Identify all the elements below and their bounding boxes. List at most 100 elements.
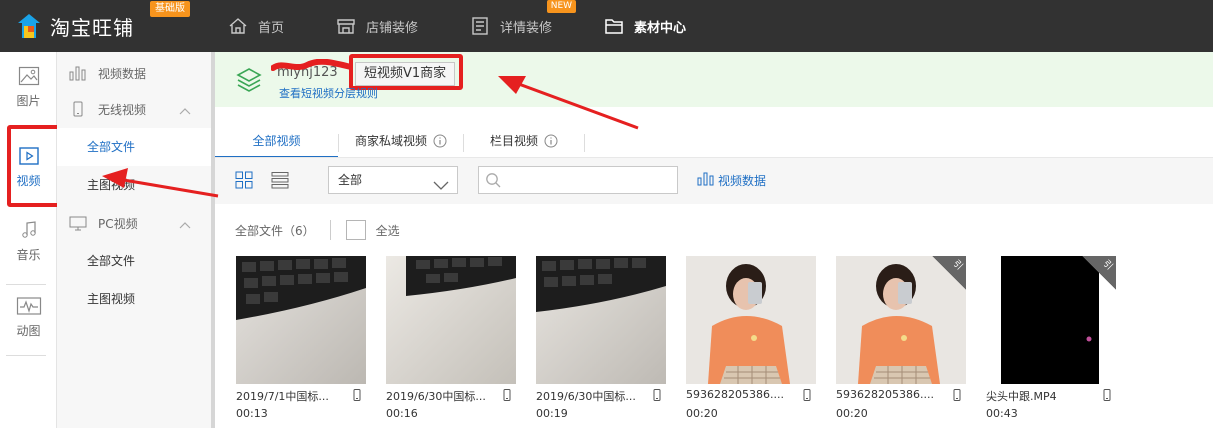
corner-badge-text: 引 [1100,258,1115,273]
video-name: 2019/7/1中国标... [236,388,366,404]
video-name: 2019/6/30中国标... [386,388,516,404]
nav-home[interactable]: 首页 [228,0,284,52]
sub-nav-wireless-all-files[interactable]: 全部文件 [57,128,213,166]
nav-shop-decor-label: 店铺装修 [366,20,419,36]
tab-all-videos[interactable]: 全部视频 [215,130,338,158]
sub-nav-wireless-label: 无线视频 [98,102,147,117]
tab-merchant-private-label: 商家私域视频 [354,134,427,148]
app-logo[interactable]: 淘宝旺铺 [14,8,134,44]
list-view-icon[interactable] [271,171,289,192]
filter-select[interactable]: 全部 [328,166,458,194]
home-icon [228,16,248,36]
sub-nav-pc-all-files[interactable]: 全部文件 [57,242,213,280]
rail-item-image-label: 图片 [16,94,41,108]
sub-nav: 视频数据 无线视频 全部文件 主图视频 PC视频 全部文件 主图视频 [57,52,213,428]
grid-view-icon[interactable] [235,171,253,192]
redaction-scribble [271,59,353,71]
video-thumbnail[interactable] [386,256,516,384]
video-thumbnail[interactable]: 引 [836,256,966,384]
filter-select-value: 全部 [338,173,363,187]
rail-item-gif[interactable]: 动图 [0,296,57,339]
sub-nav-video-data-label: 视频数据 [98,66,147,81]
sub-nav-wireless-main-video[interactable]: 主图视频 [57,166,213,204]
top-bar: 淘宝旺铺 基础版 首页 店铺装修 详情装修 NEW 素材中心 [0,0,1213,52]
select-all-label: 全选 [375,223,400,238]
video-name: 2019/6/30中国标... [536,388,666,404]
video-name: 593628205386.... [836,388,966,404]
sub-nav-pc-group[interactable]: PC视频 [57,205,213,241]
top-nav: 首页 店铺装修 详情装修 NEW 素材中心 [228,0,738,52]
nav-material-center[interactable]: 素材中心 [604,0,686,52]
info-icon[interactable] [544,134,558,148]
tier-rules-link[interactable]: 查看短视频分层规则 [279,85,378,101]
nav-detail-decor-label: 详情装修 [500,20,553,36]
sub-nav-wireless-group[interactable]: 无线视频 [57,91,213,127]
rail-item-music[interactable]: 音乐 [0,220,57,263]
sub-nav-video-data[interactable]: 视频数据 [57,55,213,91]
info-icon[interactable] [433,134,447,148]
files-divider [329,220,331,240]
image-icon [0,66,57,86]
shop-icon [336,16,356,36]
video-name: 593628205386.... [686,388,816,404]
tab-divider [584,134,585,152]
video-name-text: 2019/7/1中国标... [236,390,329,403]
video-card[interactable]: 2019/6/30中国标... 00:19 [536,256,666,420]
video-thumbnail[interactable] [686,256,816,384]
video-tabs: 全部视频 商家私域视频 栏目视频 [215,130,1213,158]
phone-icon [502,389,512,404]
tab-column-videos[interactable]: 栏目视频 [464,130,584,158]
bar-chart-icon [68,65,88,81]
folder-icon [604,16,624,36]
gif-icon [0,296,57,316]
rail-divider [6,355,46,356]
video-card[interactable]: 2019/6/30中国标... 00:16 [386,256,516,420]
new-badge: NEW [546,0,577,13]
tab-merchant-private[interactable]: 商家私域视频 [339,130,463,158]
reference-corner-badge: 引 [1082,256,1116,290]
video-duration: 00:20 [836,407,868,420]
toolbar: 全部 视频数据 [215,158,1213,204]
bar-chart-icon [697,172,715,189]
layers-icon [235,66,263,97]
video-card[interactable]: 2019/7/1中国标... 00:13 [236,256,366,420]
files-count: 全部文件（6） [235,223,315,238]
video-duration: 00:43 [986,407,1018,420]
video-duration: 00:20 [686,407,718,420]
phone-icon [652,389,662,404]
video-thumbnail[interactable] [536,256,666,384]
sub-nav-pc-main-video[interactable]: 主图视频 [57,280,213,318]
video-card[interactable]: 引 593628205386.... 00:20 [836,256,966,420]
video-thumbnail[interactable] [236,256,366,384]
main-content: mlyhj123 短视频V1商家 查看短视频分层规则 全部视频 商家私域视频 栏… [215,52,1213,428]
video-card[interactable]: 引 尖头中跟.MP4 00:43 [986,256,1116,420]
video-duration: 00:16 [386,407,418,420]
phone-icon [952,389,962,404]
rail-item-music-label: 音乐 [16,248,41,262]
left-rail: 图片 视频 音乐 动图 [0,52,57,428]
logo-text: 淘宝旺铺 [50,15,134,40]
nav-detail-decor[interactable]: 详情装修 NEW [470,0,577,52]
logo-icon [18,14,40,38]
video-name-text: 593628205386.... [836,388,934,401]
video-name-text: 2019/6/30中国标... [386,390,486,403]
phone-icon [802,389,812,404]
tab-column-videos-label: 栏目视频 [489,134,538,148]
edition-badge: 基础版 [150,1,190,17]
video-data-link[interactable]: 视频数据 [697,172,766,189]
search-icon [485,172,501,191]
video-duration: 00:19 [536,407,568,420]
video-card[interactable]: 593628205386.... 00:20 [686,256,816,420]
video-thumbnail[interactable]: 引 [986,256,1116,384]
music-icon [0,220,57,240]
video-name-text: 尖头中跟.MP4 [986,390,1057,403]
monitor-icon [68,215,88,231]
rail-item-image[interactable]: 图片 [0,66,57,109]
video-name-text: 2019/6/30中国标... [536,390,636,403]
corner-badge-text: 引 [950,258,965,273]
nav-shop-decor[interactable]: 店铺装修 [336,0,418,52]
video-name-text: 593628205386.... [686,388,784,401]
phone-icon [1102,389,1112,404]
select-all-checkbox[interactable] [345,220,366,240]
search-input[interactable] [478,166,678,194]
